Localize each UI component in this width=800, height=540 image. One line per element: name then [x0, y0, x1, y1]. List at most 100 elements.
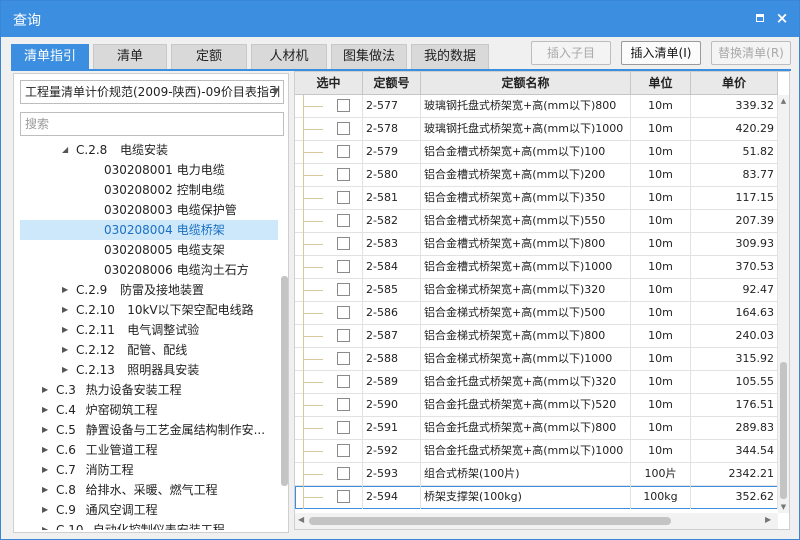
- row-checkbox[interactable]: [337, 145, 350, 158]
- row-checkbox[interactable]: [337, 375, 350, 388]
- tree-node[interactable]: 030208003 电缆保护管: [20, 200, 278, 220]
- tree-node[interactable]: ▶ C.5 静置设备与工艺金属结构制作安...: [20, 420, 278, 440]
- table-row[interactable]: 2-592 铝合金托盘式桥架宽+高(mm以下)1000 10m 344.54: [295, 440, 778, 463]
- row-checkbox[interactable]: [337, 99, 350, 112]
- tree-node[interactable]: 030208002 控制电缆: [20, 180, 278, 200]
- expand-arrow-icon[interactable]: ▶: [42, 420, 54, 440]
- table-row[interactable]: 2-591 铝合金托盘式桥架宽+高(mm以下)800 10m 289.83: [295, 417, 778, 440]
- expand-arrow-icon[interactable]: ▶: [42, 520, 54, 530]
- table-row[interactable]: 2-593 组合式桥架(100片) 100片 2342.21: [295, 463, 778, 486]
- title-bar[interactable]: 查询 ×: [1, 1, 799, 37]
- expand-arrow-icon[interactable]: ▶: [42, 400, 54, 420]
- search-input[interactable]: [20, 112, 284, 136]
- scroll-down-icon[interactable]: ▼: [779, 503, 788, 511]
- tab-6[interactable]: 我的数据: [411, 44, 489, 70]
- collapse-arrow-icon[interactable]: ◢: [62, 140, 74, 160]
- row-checkbox[interactable]: [337, 444, 350, 457]
- tab-5[interactable]: 图集做法: [331, 44, 407, 70]
- insert-child-button[interactable]: 插入子目: [531, 41, 611, 65]
- table-row[interactable]: 2-590 铝合金托盘式桥架宽+高(mm以下)520 10m 176.51: [295, 394, 778, 417]
- table-row[interactable]: 2-580 铝合金槽式桥架宽+高(mm以下)200 10m 83.77: [295, 164, 778, 187]
- expand-arrow-icon[interactable]: ▶: [62, 280, 74, 300]
- row-checkbox[interactable]: [337, 122, 350, 135]
- tree-node[interactable]: 030208006 电缆沟土石方: [20, 260, 278, 280]
- scroll-left-icon[interactable]: ◀: [298, 515, 304, 524]
- tab-4[interactable]: 人材机: [251, 44, 327, 70]
- tree-node[interactable]: 030208004 电缆桥架: [20, 220, 278, 240]
- tree-node[interactable]: ▶ C.6 工业管道工程: [20, 440, 278, 460]
- tree-node[interactable]: ▶ C.4 炉窑砌筑工程: [20, 400, 278, 420]
- column-header[interactable]: 单价: [691, 72, 778, 95]
- table-row[interactable]: 2-583 铝合金槽式桥架宽+高(mm以下)800 10m 309.93: [295, 233, 778, 256]
- tree-node[interactable]: ◢ C.2.8 电缆安装: [20, 140, 278, 160]
- tree-node[interactable]: ▶ C.9 通风空调工程: [20, 500, 278, 520]
- row-checkbox[interactable]: [337, 214, 350, 227]
- tree-node[interactable]: ▶ C.7 消防工程: [20, 460, 278, 480]
- table-row[interactable]: 2-584 铝合金槽式桥架宽+高(mm以下)1000 10m 370.53: [295, 256, 778, 279]
- grid-vscroll-thumb[interactable]: [780, 362, 787, 499]
- expand-arrow-icon[interactable]: ▶: [62, 300, 74, 320]
- column-header[interactable]: 单位: [631, 72, 691, 95]
- table-row[interactable]: 2-578 玻璃钢托盘式桥架宽+高(mm以下)1000 10m 420.29: [295, 118, 778, 141]
- column-header[interactable]: 定额名称: [421, 72, 631, 95]
- expand-arrow-icon[interactable]: ▶: [62, 340, 74, 360]
- tab-1[interactable]: 清单指引: [11, 44, 89, 70]
- row-checkbox[interactable]: [337, 329, 350, 342]
- tree-node[interactable]: 030208001 电力电缆: [20, 160, 278, 180]
- spec-select[interactable]: 工程量清单计价规范(2009-陕西)-09价目表指引 ▼: [20, 80, 284, 104]
- table-row[interactable]: 2-585 铝合金梯式桥架宽+高(mm以下)320 10m 92.47: [295, 279, 778, 302]
- tree-node[interactable]: ▶ C.8 给排水、采暖、燃气工程: [20, 480, 278, 500]
- tab-2[interactable]: 清单: [93, 44, 167, 70]
- row-checkbox[interactable]: [337, 467, 350, 480]
- tree-node[interactable]: ▶ C.2.13 照明器具安装: [20, 360, 278, 380]
- expand-arrow-icon[interactable]: ▶: [62, 320, 74, 340]
- tree-scrollbar[interactable]: [280, 140, 289, 530]
- replace-list-button[interactable]: 替换清单(R): [711, 41, 791, 65]
- column-header[interactable]: 定额号: [363, 72, 421, 95]
- expand-arrow-icon[interactable]: ▶: [62, 360, 74, 380]
- table-row[interactable]: 2-594 桥架支撑架(100kg) 100kg 352.62: [295, 486, 778, 509]
- expand-arrow-icon[interactable]: ▶: [42, 380, 54, 400]
- row-checkbox[interactable]: [337, 490, 350, 503]
- scroll-right-icon[interactable]: ▶: [765, 515, 771, 524]
- tree-node[interactable]: ▶ C.2.11 电气调整试验: [20, 320, 278, 340]
- row-checkbox[interactable]: [337, 352, 350, 365]
- table-row[interactable]: 2-588 铝合金梯式桥架宽+高(mm以下)1000 10m 315.92: [295, 348, 778, 371]
- table-row[interactable]: 2-582 铝合金槽式桥架宽+高(mm以下)550 10m 207.39: [295, 210, 778, 233]
- row-checkbox[interactable]: [337, 306, 350, 319]
- tree-node[interactable]: 030208005 电缆支架: [20, 240, 278, 260]
- table-row[interactable]: 2-586 铝合金梯式桥架宽+高(mm以下)500 10m 164.63: [295, 302, 778, 325]
- table-row[interactable]: 2-587 铝合金梯式桥架宽+高(mm以下)800 10m 240.03: [295, 325, 778, 348]
- tree-node[interactable]: ▶ C.2.10 10kV以下架空配电线路: [20, 300, 278, 320]
- grid-horizontal-scrollbar[interactable]: ◀ ▶: [295, 513, 778, 529]
- expand-arrow-icon[interactable]: ▶: [42, 460, 54, 480]
- row-checkbox[interactable]: [337, 398, 350, 411]
- tree-node[interactable]: ▶ C.3 热力设备安装工程: [20, 380, 278, 400]
- tree-node[interactable]: ▶ C.2.9 防雷及接地装置: [20, 280, 278, 300]
- grid-hscroll-thumb[interactable]: [309, 517, 671, 525]
- expand-arrow-icon[interactable]: ▶: [42, 480, 54, 500]
- column-header[interactable]: 选中: [295, 72, 363, 95]
- insert-list-button[interactable]: 插入清单(I): [621, 41, 701, 65]
- row-checkbox[interactable]: [337, 260, 350, 273]
- row-checkbox[interactable]: [337, 421, 350, 434]
- table-row[interactable]: 2-579 铝合金槽式桥架宽+高(mm以下)100 10m 51.82: [295, 141, 778, 164]
- expand-arrow-icon[interactable]: ▶: [42, 500, 54, 520]
- grid-vertical-scrollbar[interactable]: ▲ ▼: [778, 95, 789, 513]
- maximize-icon[interactable]: [752, 10, 768, 26]
- tree-scroll-thumb[interactable]: [281, 276, 288, 486]
- scroll-up-icon[interactable]: ▲: [779, 97, 788, 105]
- table-row[interactable]: 2-581 铝合金槽式桥架宽+高(mm以下)350 10m 117.15: [295, 187, 778, 210]
- table-row[interactable]: 2-589 铝合金托盘式桥架宽+高(mm以下)320 10m 105.55: [295, 371, 778, 394]
- row-checkbox[interactable]: [337, 237, 350, 250]
- row-checkbox[interactable]: [337, 168, 350, 181]
- tree-node[interactable]: ▶ C.10 自动化控制仪表安装工程: [20, 520, 278, 530]
- chevron-down-icon[interactable]: ▼: [272, 81, 279, 103]
- expand-arrow-icon[interactable]: ▶: [42, 440, 54, 460]
- tree-node[interactable]: ▶ C.2.12 配管、配线: [20, 340, 278, 360]
- row-checkbox[interactable]: [337, 191, 350, 204]
- row-checkbox[interactable]: [337, 283, 350, 296]
- tab-3[interactable]: 定额: [171, 44, 247, 70]
- close-icon[interactable]: ×: [774, 10, 790, 26]
- table-row[interactable]: 2-577 玻璃钢托盘式桥架宽+高(mm以下)800 10m 339.32: [295, 95, 778, 118]
